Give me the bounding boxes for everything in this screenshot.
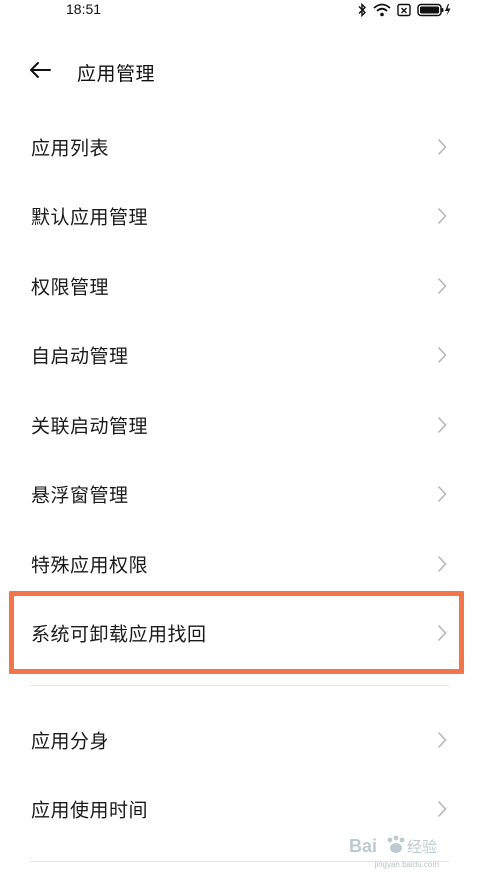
menu-item-label: 应用列表 xyxy=(31,137,110,160)
menu-item-app-list[interactable]: 应用列表 xyxy=(0,114,479,180)
menu-item-label: 系统可卸载应用找回 xyxy=(31,623,207,646)
menu-item-label: 权限管理 xyxy=(31,276,110,299)
menu-item-label: 关联启动管理 xyxy=(31,415,149,438)
chevron-right-icon xyxy=(437,731,447,749)
battery-charging-icon xyxy=(417,3,451,17)
menu-item-floating-window[interactable]: 悬浮窗管理 xyxy=(0,461,479,527)
status-time: 18:51 xyxy=(66,1,102,17)
wifi-icon xyxy=(373,3,391,17)
svg-text:Bai: Bai xyxy=(349,836,377,856)
menu-item-app-clone[interactable]: 应用分身 xyxy=(0,707,479,773)
back-arrow-icon xyxy=(28,61,52,83)
chevron-right-icon xyxy=(437,416,447,434)
menu-item-autostart[interactable]: 自启动管理 xyxy=(0,322,479,388)
chevron-right-icon xyxy=(437,800,447,818)
status-icons xyxy=(357,2,451,18)
menu-item-label: 自启动管理 xyxy=(31,345,129,368)
menu-item-special-permissions[interactable]: 特殊应用权限 xyxy=(0,531,479,597)
header: 应用管理 xyxy=(0,50,479,94)
section-divider xyxy=(30,685,449,686)
chevron-right-icon xyxy=(437,346,447,364)
bluetooth-icon xyxy=(357,3,367,17)
menu-item-label: 应用分身 xyxy=(31,730,110,753)
menu-item-label: 特殊应用权限 xyxy=(31,554,149,577)
menu-item-label: 悬浮窗管理 xyxy=(31,484,129,507)
menu-item-default-apps[interactable]: 默认应用管理 xyxy=(0,183,479,249)
chevron-right-icon xyxy=(437,277,447,295)
menu-item-permissions[interactable]: 权限管理 xyxy=(0,253,479,319)
menu-item-uninstallable-recovery[interactable]: 系统可卸载应用找回 xyxy=(0,600,479,666)
status-bar: 18:51 xyxy=(0,0,479,24)
chevron-right-icon xyxy=(437,138,447,156)
watermark-url: jingyan.baidu.com xyxy=(374,860,439,869)
sim-disabled-icon xyxy=(397,3,411,17)
back-button[interactable] xyxy=(22,58,58,86)
menu-item-label: 应用使用时间 xyxy=(31,799,149,822)
chevron-right-icon xyxy=(437,485,447,503)
chevron-right-icon xyxy=(437,624,447,642)
svg-text:经验: 经验 xyxy=(407,838,437,856)
menu-item-associated-launch[interactable]: 关联启动管理 xyxy=(0,392,479,458)
chevron-right-icon xyxy=(437,555,447,573)
baidu-paw-icon: Bai 经验 xyxy=(349,835,437,856)
watermark-logo: Bai 经验 xyxy=(349,833,453,859)
page-title: 应用管理 xyxy=(77,63,156,85)
menu-item-label: 默认应用管理 xyxy=(31,206,149,229)
chevron-right-icon xyxy=(437,207,447,225)
